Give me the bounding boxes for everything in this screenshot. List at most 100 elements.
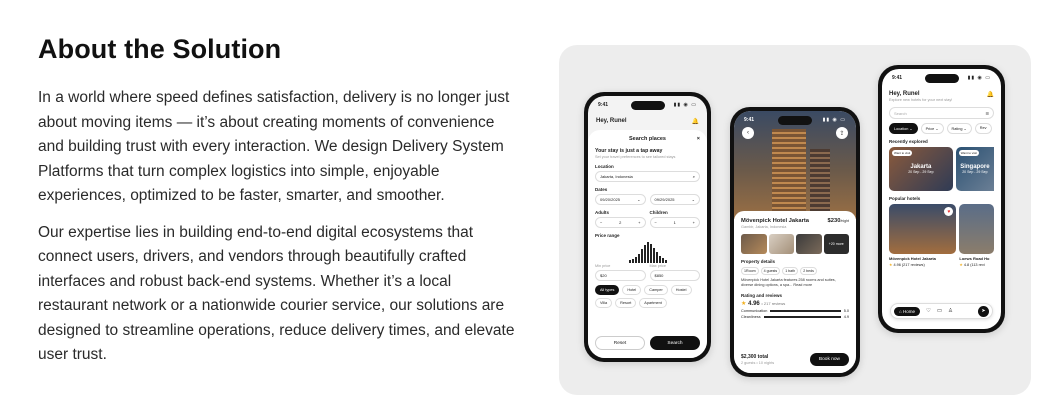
chat-icon[interactable]: ▭: [937, 308, 942, 314]
dates-row: 09/20/2025 ⌄ 09/29/2025 ⌄: [595, 192, 700, 205]
pill-reviews[interactable]: Rev: [974, 123, 992, 134]
pill-location[interactable]: Location ⌄: [889, 123, 918, 134]
communication-label: Communication: [741, 309, 768, 313]
pill-rating[interactable]: Rating ⌄: [946, 123, 972, 134]
search-input[interactable]: Search ☰: [889, 107, 994, 119]
bell-icon[interactable]: 🔔: [987, 91, 994, 102]
hotel-name: Mövenpick Hotel Jakarta: [741, 218, 809, 224]
date-to-field[interactable]: 09/29/2025 ⌄: [649, 194, 700, 205]
minus-icon[interactable]: −: [655, 220, 657, 225]
share-icon[interactable]: ⇪: [836, 127, 848, 139]
photo-thumb[interactable]: [741, 234, 767, 254]
popular-list: ♥ Mövenpick Hotel Jakarta ★ 4.96 (217 re…: [889, 204, 994, 267]
chip-resort[interactable]: Resort: [615, 298, 637, 308]
greeting-bar: Hey, Runel 🔔: [596, 118, 699, 125]
chip-hotel[interactable]: Hotel: [622, 285, 642, 295]
chip-hostel[interactable]: Hostel: [670, 285, 692, 295]
recent-cards: Want to visit Jakarta 20 Sep - 29 Sep Wa…: [889, 147, 994, 191]
phone-hotel-details: 9:41 ▮▮ ◉ ▭ ‹ ⇪ Mövenpick Hotel Jakarta …: [730, 107, 860, 377]
max-price-field[interactable]: $850: [649, 270, 700, 281]
hotel-rating: ★ 4.96 (217 reviews): [889, 262, 956, 267]
popular-card[interactable]: Loews Road Ho ★ 4.8 (113 revi: [959, 204, 994, 267]
bell-icon[interactable]: 🔔: [692, 118, 699, 125]
search-sheet: Search places × Your stay is just a tap …: [588, 130, 707, 358]
min-price-label: Min price: [595, 264, 611, 268]
plus-icon[interactable]: +: [638, 220, 640, 225]
cleanliness-value: 4.9: [843, 315, 849, 319]
chip-villa[interactable]: Villa: [595, 298, 613, 308]
dynamic-island: [778, 116, 812, 125]
signal-battery-icon: ▮▮ ◉ ▭: [822, 117, 846, 123]
photo-thumb[interactable]: [768, 234, 794, 254]
reviews-count: • 217 reviews: [761, 301, 786, 306]
chip-camper[interactable]: Camper: [644, 285, 668, 295]
chip-all-types[interactable]: All types: [595, 285, 620, 295]
photo-thumbnails[interactable]: +20 more: [741, 234, 849, 254]
sheet-subheading: Set your travel preferences to see tailo…: [595, 155, 676, 159]
book-now-button[interactable]: Book now: [809, 353, 849, 366]
max-price-value: $850: [654, 273, 664, 278]
signal-battery-icon: ▮▮ ◉ ▭: [673, 102, 697, 108]
booking-bar: $2,300 total 2 guests • 10 nights Book n…: [741, 353, 849, 366]
reset-button[interactable]: Reset: [595, 336, 645, 350]
location-field[interactable]: Jakarta, Indonesia ⌕: [595, 171, 700, 182]
chevron-down-icon: ⌄: [691, 197, 695, 202]
bottom-nav: ⌂ Home ♡ ▭ ♙ ➤: [890, 303, 993, 319]
recent-card-jakarta[interactable]: Want to visit Jakarta 20 Sep - 29 Sep: [889, 147, 953, 191]
phone-screen: 9:41 ▮▮ ◉ ▭ Hey, Runel Explore new hotel…: [882, 69, 1001, 329]
minus-icon[interactable]: −: [600, 220, 602, 225]
cleanliness-meter: Cleanliness 4.9: [741, 315, 849, 319]
adults-stepper[interactable]: − 2 +: [595, 217, 646, 228]
profile-icon[interactable]: ♙: [948, 308, 953, 314]
min-price-field[interactable]: $20: [595, 270, 646, 281]
filter-icon[interactable]: ☰: [985, 111, 989, 116]
communication-meter: Communication 5.0: [741, 309, 849, 313]
max-price-label: Max price: [649, 264, 666, 268]
navigate-icon[interactable]: ➤: [978, 305, 989, 317]
section-title: About the Solution: [38, 34, 282, 64]
search-icon: ⌕: [692, 174, 695, 179]
pill-label: Location: [894, 127, 909, 131]
filter-pills: Location ⌄ Price ⌄ Rating ⌄ Rev: [889, 123, 994, 134]
more-photos-thumb[interactable]: +20 more: [823, 234, 849, 254]
recent-card-singapore[interactable]: Want to visit Singapore 20 Sep - 29 Sep: [955, 147, 994, 191]
popular-card[interactable]: ♥ Mövenpick Hotel Jakarta ★ 4.96 (217 re…: [889, 204, 957, 267]
hotel-image: ♥: [889, 204, 957, 254]
sheet-title: Search places: [629, 136, 666, 142]
heart-icon[interactable]: ♥: [944, 207, 954, 216]
hotel-address: Gambir, Jakarta, Indonesia: [741, 225, 787, 229]
about-section: About the Solution In a world where spee…: [38, 32, 518, 368]
search-button[interactable]: Search: [650, 336, 700, 350]
photo-thumb[interactable]: [796, 234, 822, 254]
status-time: 9:41: [744, 117, 755, 123]
hotel-tower-graphic: [810, 149, 830, 219]
hotel-image: [959, 204, 994, 254]
recently-explored-label: Recently explored: [889, 139, 928, 144]
hotel-price: $230/night: [828, 218, 849, 224]
chip-apartment[interactable]: Apartment: [639, 298, 667, 308]
guests-row: Adults − 2 + Children − 1 +: [595, 205, 700, 228]
signal-battery-icon: ▮▮ ◉ ▭: [967, 75, 991, 81]
type-chips: All types Hotel Camper Hostel Villa Reso…: [595, 285, 700, 308]
phone-screen: 9:41 ▮▮ ◉ ▭ ‹ ⇪ Mövenpick Hotel Jakarta …: [734, 111, 856, 373]
meter-track: [770, 310, 841, 312]
card-dates: 20 Sep - 29 Sep: [962, 170, 988, 174]
nav-home-button[interactable]: ⌂ Home: [894, 306, 920, 316]
adults-value: 2: [619, 220, 622, 225]
back-arrow-icon[interactable]: ‹: [742, 127, 754, 139]
prop-rooms: 1Room: [741, 267, 759, 275]
heart-icon[interactable]: ♡: [926, 308, 931, 314]
date-from-field[interactable]: 09/20/2025 ⌄: [595, 194, 646, 205]
close-icon[interactable]: ×: [697, 136, 700, 142]
status-time: 9:41: [892, 75, 903, 81]
card-tag: Want to visit: [958, 150, 979, 156]
price-range-label: Price range: [595, 233, 620, 238]
price-histogram[interactable]: [595, 241, 700, 263]
pill-price[interactable]: Price ⌄: [920, 123, 944, 134]
card-dates: 20 Sep - 29 Sep: [908, 170, 934, 174]
children-stepper[interactable]: − 1 +: [649, 217, 700, 228]
children-value: 1: [673, 220, 676, 225]
hotel-name: Loews Road Ho: [959, 256, 990, 261]
plus-icon[interactable]: +: [693, 220, 695, 225]
property-details-label: Property details: [741, 259, 776, 264]
